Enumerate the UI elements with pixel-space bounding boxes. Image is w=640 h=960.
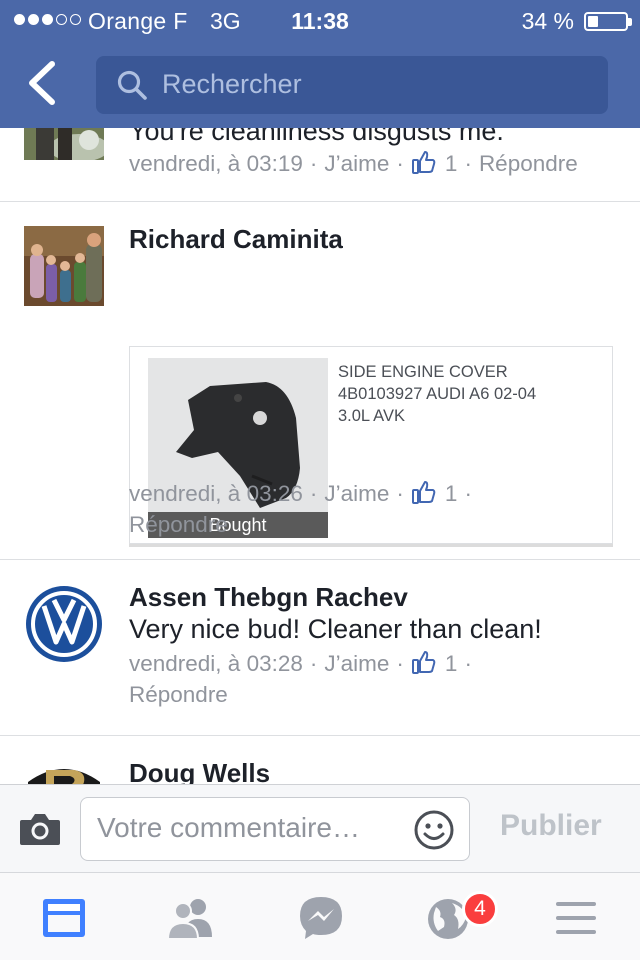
reply-link[interactable]: Répondre (129, 682, 228, 707)
comment-time: vendredi, à 03:28 (129, 651, 303, 676)
search-icon (117, 70, 147, 100)
description-line: SIDE ENGINE COVER (338, 363, 508, 381)
tab-menu[interactable] (552, 893, 602, 943)
comment-text: You're cleanliness disgusts me. (129, 128, 504, 146)
menu-icon (556, 902, 596, 934)
top-bar: Orange F 3G 11:38 34 % Rechercher (0, 0, 640, 128)
camera-button[interactable] (18, 809, 62, 849)
like-link[interactable]: J’aime (324, 481, 389, 506)
comment-input[interactable]: Votre commentaire… (80, 797, 470, 861)
avatar[interactable] (24, 128, 104, 160)
description-line: 4B0103927 AUDI A6 02-04 (338, 385, 537, 403)
comment-item: You're cleanliness disgusts me. vendredi… (0, 128, 640, 202)
comment-meta: vendredi, à 03:28 · J’aime · 1 · Répondre (129, 651, 472, 707)
navigation-bar: Rechercher (0, 40, 640, 128)
status-time: 11:38 (291, 8, 349, 34)
tab-news-feed[interactable] (40, 893, 90, 943)
comment-author[interactable]: Assen Thebgn Rachev (129, 582, 408, 613)
comment-placeholder: Votre commentaire… (97, 812, 360, 843)
comment-item: Richard Caminita Bought SIDE ENGINE COVE… (0, 202, 640, 560)
tab-bar: 4 (0, 872, 640, 960)
like-link[interactable]: J’aime (324, 651, 389, 676)
like-count: 1 (444, 651, 458, 676)
tab-messenger[interactable] (296, 893, 346, 943)
tab-friend-requests[interactable] (166, 893, 216, 943)
comment-meta: vendredi, à 03:19 · J’aime · 1 · Répondre (129, 151, 578, 176)
comment-time: vendredi, à 03:26 (129, 481, 303, 506)
battery-icon (584, 12, 632, 31)
volkswagen-logo-icon (26, 586, 102, 662)
comment-time: vendredi, à 03:19 (129, 151, 303, 176)
status-bar: Orange F 3G 11:38 34 % (0, 0, 640, 40)
search-placeholder: Rechercher (162, 69, 302, 99)
attachment-description: SIDE ENGINE COVER 4B0103927 AUDI A6 02-0… (338, 361, 588, 427)
messenger-icon (300, 897, 342, 939)
like-thumb-icon (411, 651, 436, 674)
comments-list[interactable]: You're cleanliness disgusts me. vendredi… (0, 128, 640, 784)
search-field[interactable]: Rechercher (96, 56, 608, 114)
comment-meta: vendredi, à 03:26 · J’aime · 1 · Répondre (129, 481, 472, 537)
chevron-left-icon (29, 61, 55, 105)
like-count: 1 (444, 481, 458, 506)
publish-button[interactable]: Publier (500, 809, 602, 843)
reply-link[interactable]: Répondre (479, 151, 578, 176)
emoji-smiley-icon[interactable] (413, 809, 455, 851)
like-thumb-icon (411, 151, 436, 174)
comment-item: Doug Wells (0, 736, 640, 784)
comment-item: Assen Thebgn Rachev Very nice bud! Clean… (0, 560, 640, 736)
notification-badge: 4 (462, 891, 498, 927)
comment-composer: Votre commentaire… Publier (0, 784, 640, 872)
camera-icon (20, 814, 60, 845)
comment-author[interactable]: Richard Caminita (129, 224, 343, 255)
comment-text: Very nice bud! Cleaner than clean! (129, 614, 542, 644)
avatar[interactable] (24, 760, 104, 784)
like-count: 1 (444, 151, 458, 176)
signal-strength-icon (14, 14, 81, 25)
comment-author[interactable]: Doug Wells (129, 758, 270, 784)
like-link[interactable]: J’aime (324, 151, 389, 176)
like-thumb-icon (411, 481, 436, 504)
back-button[interactable] (24, 60, 64, 108)
carrier-name: Orange F (88, 8, 188, 34)
avatar[interactable] (24, 584, 104, 664)
reply-link[interactable]: Répondre (129, 512, 228, 537)
friend-requests-icon (166, 899, 212, 940)
battery-percent: 34 % (521, 8, 574, 34)
description-line: 3.0L AVK (338, 407, 405, 425)
news-feed-icon (43, 899, 85, 937)
avatar[interactable] (24, 226, 104, 306)
network-type: 3G (210, 8, 241, 34)
